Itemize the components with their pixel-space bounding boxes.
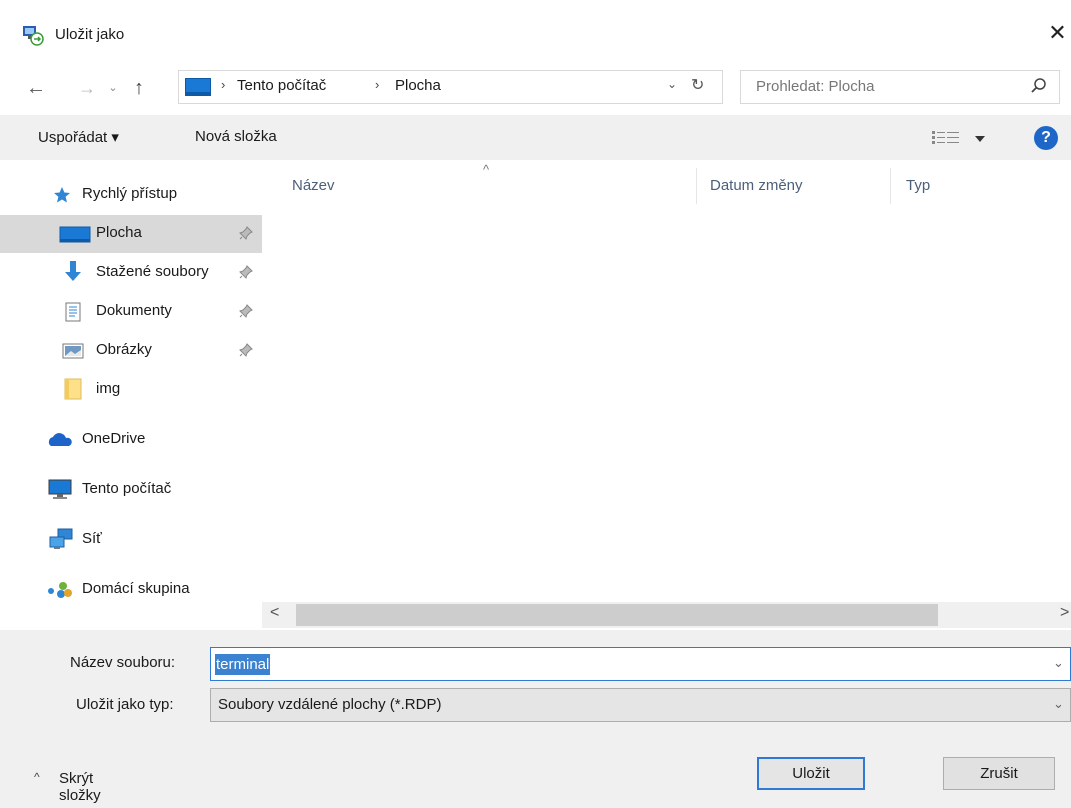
recent-locations-button[interactable]: ⌄ [106, 74, 120, 102]
breadcrumb-this-pc[interactable]: Tento počítač [237, 77, 326, 94]
column-header-type[interactable]: Typ [906, 177, 930, 194]
sidebar-item-label: Domácí skupina [82, 580, 190, 597]
scroll-right-arrow[interactable]: > [1060, 604, 1071, 622]
column-divider[interactable] [696, 168, 697, 204]
sidebar-item-documents[interactable]: Dokumenty [0, 293, 262, 331]
command-bar: Uspořádat ▾ Nová složka ? [0, 115, 1071, 160]
refresh-button[interactable]: ↻ [691, 75, 713, 95]
sort-indicator-icon: ^ [483, 162, 490, 177]
cancel-button[interactable]: Zrušit [943, 757, 1055, 790]
search-icon[interactable] [1029, 76, 1049, 96]
sidebar-item-desktop[interactable]: Plocha [0, 215, 262, 253]
column-divider[interactable] [890, 168, 891, 204]
sidebar-item-img[interactable]: img [0, 371, 262, 409]
file-list[interactable]: ^ Název Datum změny Typ < > [262, 160, 1071, 630]
filetype-label: Uložit jako typ: [76, 696, 174, 713]
sidebar-item-label: Tento počítač [82, 480, 172, 497]
sidebar-item-label: Dokumenty [96, 302, 172, 319]
sidebar-item-label: OneDrive [82, 430, 146, 447]
new-folder-button[interactable]: Nová složka [195, 128, 277, 145]
pictures-icon [62, 343, 84, 359]
filename-label: Název souboru: [70, 654, 176, 671]
remote-desktop-icon [23, 26, 44, 46]
column-header-date-modified[interactable]: Datum změny [710, 177, 803, 194]
hide-folders-label: Skrýt složky [59, 770, 101, 804]
document-icon [65, 302, 81, 322]
chevron-up-icon: ^ [34, 770, 40, 784]
sidebar-item-onedrive[interactable]: OneDrive [0, 421, 262, 459]
pin-icon[interactable] [238, 225, 254, 241]
filetype-select[interactable]: Soubory vzdálené plochy (*.RDP) ⌄ [210, 688, 1071, 722]
breadcrumb-desktop[interactable]: Plocha [395, 77, 441, 94]
pin-icon[interactable] [238, 264, 254, 280]
sidebar-item-label: img [96, 380, 121, 397]
view-options-icon[interactable] [930, 127, 990, 149]
sidebar-item-label: Stažené soubory [96, 263, 209, 280]
sidebar-item-downloads[interactable]: Stažené soubory [0, 254, 262, 292]
address-bar[interactable]: › Tento počítač › Plocha ⌄ ↻ [178, 70, 723, 104]
column-header-name[interactable]: Název [292, 177, 335, 194]
homegroup-icon [48, 582, 72, 598]
chevron-down-icon[interactable]: ⌄ [1053, 696, 1064, 712]
close-button[interactable]: ✕ [1044, 18, 1071, 48]
sidebar-item-label: Síť [82, 530, 102, 547]
sidebar-item-network[interactable]: Síť [0, 521, 262, 559]
filename-value[interactable]: terminal [215, 654, 271, 675]
sidebar-item-homegroup[interactable]: Domácí skupina [0, 571, 262, 609]
horizontal-scrollbar[interactable]: < > [262, 602, 1071, 628]
folder-icon [64, 378, 82, 400]
desktop-icon [59, 226, 91, 243]
back-button[interactable]: ← [22, 74, 50, 102]
scrollbar-thumb[interactable] [296, 604, 938, 626]
pin-icon[interactable] [238, 342, 254, 358]
pin-icon[interactable] [238, 303, 254, 319]
window-title: Uložit jako [55, 26, 125, 43]
save-button[interactable]: Uložit [757, 757, 865, 790]
up-button[interactable]: ↑ [126, 74, 152, 102]
organize-button[interactable]: Uspořádat ▾ [38, 128, 119, 146]
help-button[interactable]: ? [1034, 126, 1058, 150]
computer-icon [48, 479, 72, 499]
sidebar-item-label: Plocha [96, 224, 142, 241]
star-pin-icon [54, 187, 70, 203]
sidebar-item-label: Obrázky [96, 341, 152, 358]
filename-field[interactable]: terminal ⌄ [210, 647, 1071, 681]
forward-button[interactable]: → [74, 74, 100, 102]
chevron-down-icon[interactable]: ⌄ [1053, 655, 1064, 671]
navigation-pane: Rychlý přístup Plocha Stažené soubory Do… [0, 160, 262, 630]
network-icon [49, 528, 73, 549]
sidebar-item-label: Rychlý přístup [82, 185, 178, 202]
search-placeholder: Prohledat: Plocha [756, 78, 875, 95]
sidebar-item-quick-access[interactable]: Rychlý přístup [0, 176, 262, 214]
save-options-panel: Název souboru: terminal ⌄ Uložit jako ty… [0, 630, 1071, 808]
download-icon [65, 261, 81, 281]
filetype-value: Soubory vzdálené plochy (*.RDP) [218, 696, 442, 713]
breadcrumb-separator: › [221, 77, 226, 92]
search-input[interactable]: Prohledat: Plocha [740, 70, 1060, 104]
sidebar-item-pictures[interactable]: Obrázky [0, 332, 262, 370]
address-history-dropdown[interactable]: ⌄ [667, 77, 683, 91]
sidebar-item-this-pc[interactable]: Tento počítač [0, 471, 262, 509]
desktop-icon [185, 78, 211, 96]
scroll-left-arrow[interactable]: < [270, 604, 286, 622]
breadcrumb-separator[interactable]: › [375, 77, 379, 92]
title-bar: Uložit jako ✕ [0, 0, 1071, 62]
onedrive-icon [48, 433, 72, 446]
